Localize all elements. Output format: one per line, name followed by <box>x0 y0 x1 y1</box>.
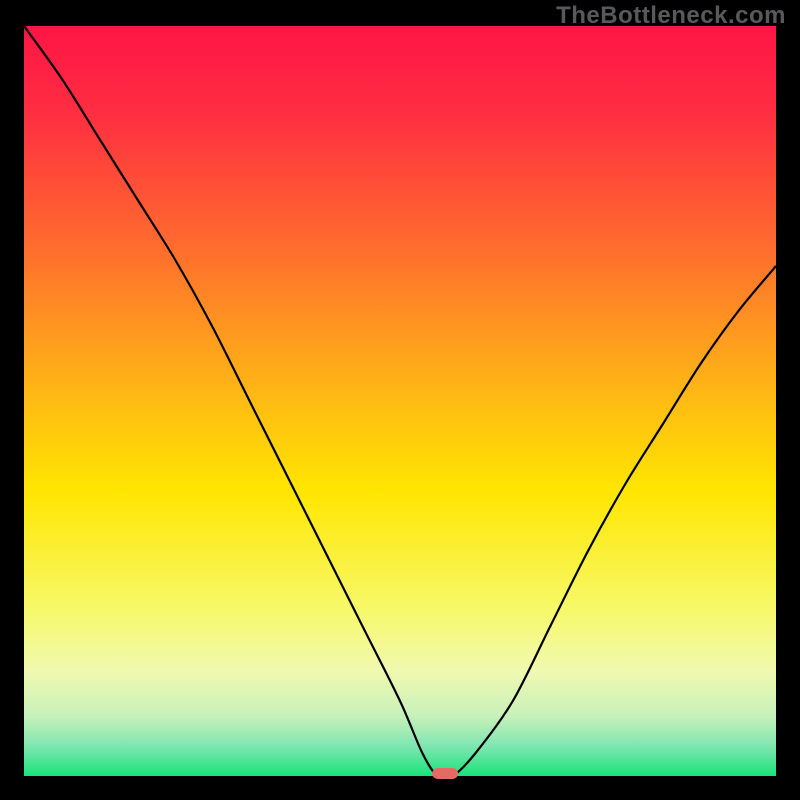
optimum-marker <box>432 768 458 779</box>
plot-background <box>24 26 776 776</box>
chart-frame: TheBottleneck.com <box>0 0 800 800</box>
bottleneck-chart <box>0 0 800 800</box>
